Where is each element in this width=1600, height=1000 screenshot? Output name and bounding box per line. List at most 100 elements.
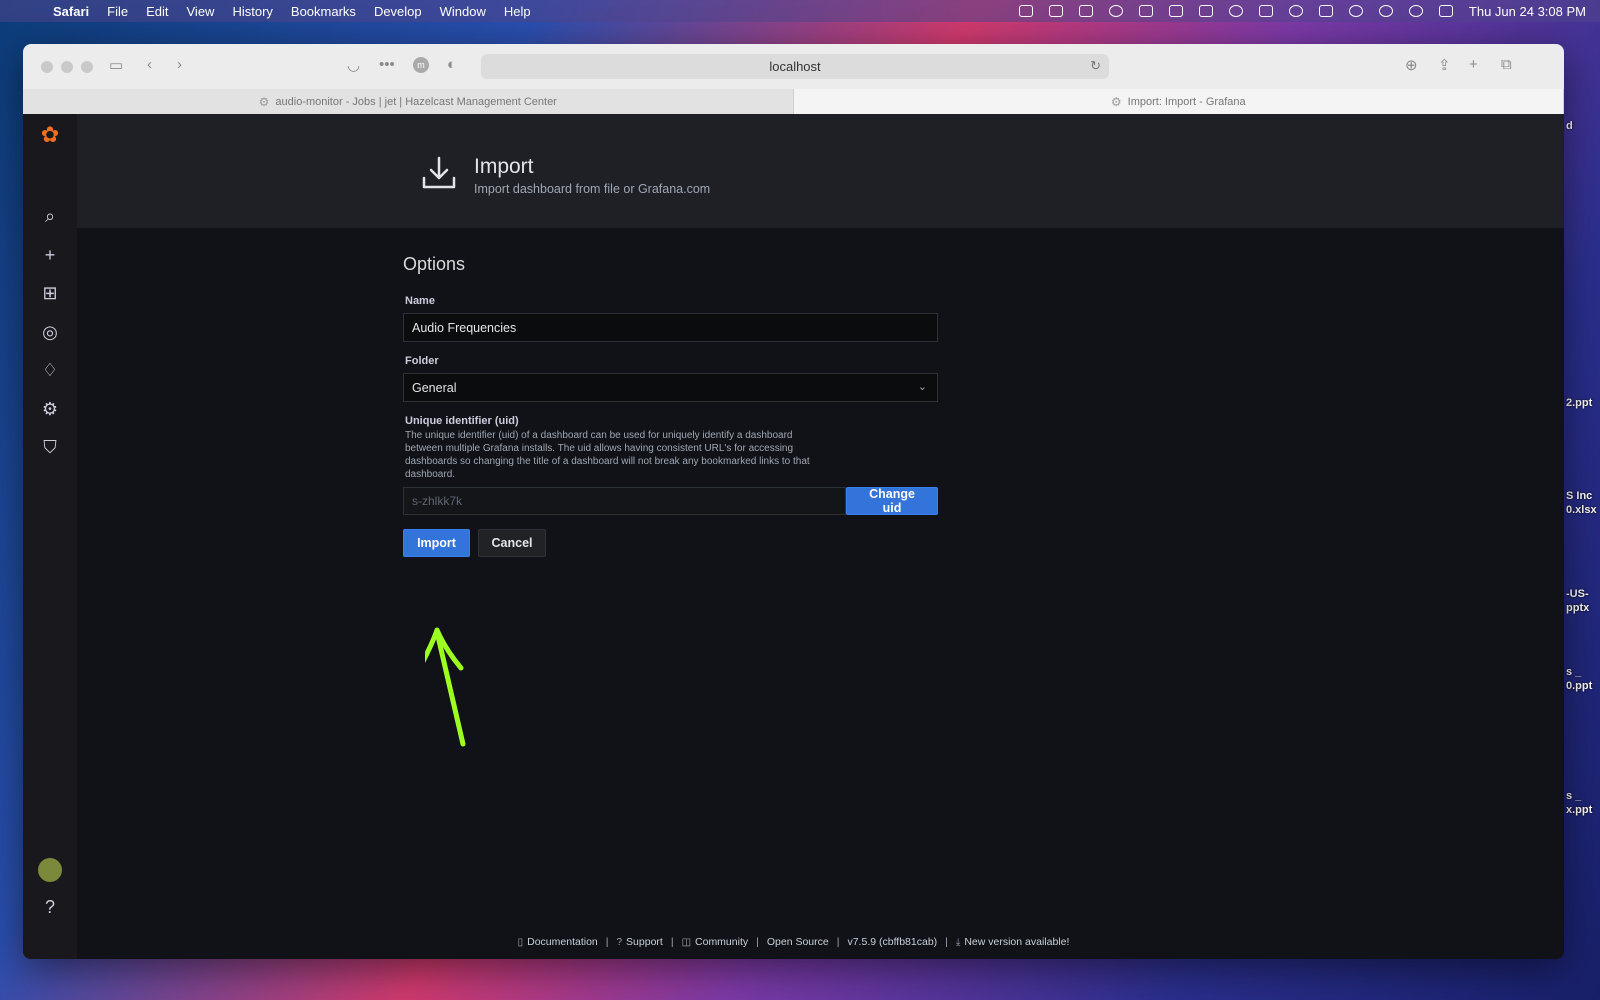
- configuration-gear-icon[interactable]: ⚙: [37, 396, 63, 422]
- privacy-shield-icon[interactable]: ◐: [447, 56, 456, 73]
- name-input-value: Audio Frequencies: [412, 320, 517, 335]
- grafana-logo-icon[interactable]: ✿: [37, 122, 63, 148]
- tab-label: Import: Import - Grafana: [1127, 95, 1246, 108]
- footer-documentation-label: Documentation: [527, 936, 598, 948]
- name-input[interactable]: Audio Frequencies: [403, 313, 938, 342]
- reload-icon[interactable]: ↻: [1090, 58, 1101, 74]
- tab-overview-icon[interactable]: ⧉: [1501, 56, 1512, 73]
- downloads-icon[interactable]: ⊕: [1405, 56, 1418, 74]
- help-icon[interactable]: ?: [37, 894, 63, 920]
- forward-icon[interactable]: ›: [177, 56, 182, 73]
- tab-hazelcast[interactable]: ⚙ audio-monitor - Jobs | jet | Hazelcast…: [23, 89, 794, 114]
- desktop-file-label: S Inc: [1566, 490, 1593, 502]
- menu-bookmarks[interactable]: Bookmarks: [282, 4, 365, 19]
- desktop-file-label: pptx: [1566, 602, 1590, 614]
- battery-icon[interactable]: [1318, 5, 1333, 17]
- footer-separator: |: [670, 936, 674, 948]
- footer-support-label: Support: [626, 936, 663, 948]
- desktop-file-label: 2.ppt: [1566, 397, 1593, 409]
- uid-input[interactable]: s-zhlkk7k: [403, 487, 846, 515]
- extension-m-icon[interactable]: m: [413, 57, 429, 73]
- desktop-file-label: s _: [1566, 790, 1582, 802]
- question-circle-icon: ?: [616, 936, 623, 948]
- layout-icon[interactable]: [1258, 5, 1273, 17]
- pocket-icon[interactable]: ◡: [347, 56, 360, 74]
- search-icon[interactable]: ⌕: [37, 203, 63, 229]
- alerting-bell-icon[interactable]: ♢: [37, 357, 63, 383]
- control-center-icon[interactable]: [1438, 5, 1453, 17]
- footer-documentation-link[interactable]: ▯ Documentation: [518, 936, 598, 948]
- footer-separator: |: [605, 936, 609, 948]
- address-bar[interactable]: localhost ↻: [481, 54, 1109, 79]
- cancel-button[interactable]: Cancel: [478, 529, 546, 557]
- name-label: Name: [405, 295, 435, 307]
- menu-view[interactable]: View: [178, 4, 224, 19]
- tab-bar: ⚙ audio-monitor - Jobs | jet | Hazelcast…: [23, 89, 1564, 114]
- share-icon[interactable]: ⇪: [1438, 56, 1451, 74]
- footer-separator: |: [945, 936, 948, 948]
- page-header: Import Import dashboard from file or Gra…: [77, 114, 1564, 228]
- folder-select[interactable]: General ⌄: [403, 373, 938, 402]
- link-icon[interactable]: [1348, 5, 1363, 17]
- download-import-icon: [422, 156, 456, 189]
- sidebar-toggle-icon[interactable]: ▭: [109, 56, 123, 74]
- spotlight-search-icon[interactable]: [1408, 5, 1423, 17]
- bi-icon[interactable]: [1168, 5, 1183, 17]
- footer-new-version-link[interactable]: ⤓ New version available!: [956, 936, 1069, 948]
- comments-icon: ◫: [681, 936, 692, 948]
- menu-history[interactable]: History: [223, 4, 281, 19]
- annotation-arrow-icon: [425, 627, 466, 747]
- grafana-app: ✿ ⌕ + ⊞ ◎ ♢ ⚙ ⛉ ? Import Import dashboar…: [23, 114, 1564, 959]
- document-icon: ▯: [517, 936, 524, 948]
- create-plus-icon[interactable]: +: [37, 242, 63, 268]
- browser-toolbar: ▭ ‹ › ◡ ••• m ◐ localhost ↻ ⊕ ⇪ + ⧉: [23, 44, 1564, 89]
- menu-develop[interactable]: Develop: [365, 4, 431, 19]
- extensions-icon[interactable]: •••: [379, 56, 395, 73]
- server-admin-shield-icon[interactable]: ⛉: [37, 434, 63, 460]
- avatar[interactable]: [38, 858, 62, 882]
- footer-separator: |: [756, 936, 759, 948]
- more-icon[interactable]: [1078, 5, 1093, 17]
- address-text: localhost: [769, 59, 821, 74]
- cloud-icon[interactable]: [1228, 5, 1243, 17]
- shield-status-icon[interactable]: [1138, 5, 1153, 17]
- import-button[interactable]: Import: [403, 529, 470, 557]
- menu-window[interactable]: Window: [431, 4, 495, 19]
- status-item-icon[interactable]: [1018, 5, 1033, 17]
- footer-version-label: v7.5.9 (cbffb81cab): [847, 936, 938, 948]
- gear-icon: ⚙: [258, 94, 270, 109]
- docker-icon[interactable]: [1048, 5, 1063, 17]
- zoom-window-icon[interactable]: [81, 60, 93, 73]
- explore-compass-icon[interactable]: ◎: [37, 319, 63, 345]
- user-icon[interactable]: [1378, 5, 1393, 17]
- checkmark-icon[interactable]: [1198, 5, 1213, 17]
- pause-icon[interactable]: [1108, 5, 1123, 17]
- new-tab-icon[interactable]: +: [1469, 56, 1478, 73]
- footer-open-source-link[interactable]: Open Source: [767, 936, 829, 948]
- menu-app-name[interactable]: Safari: [44, 4, 98, 19]
- back-icon[interactable]: ‹: [147, 56, 152, 73]
- uid-label: Unique identifier (uid): [405, 415, 519, 427]
- footer-community-link[interactable]: ◫ Community: [682, 936, 749, 948]
- footer-new-version-label: New version available!: [964, 936, 1070, 948]
- safari-window: ▭ ‹ › ◡ ••• m ◐ localhost ↻ ⊕ ⇪ + ⧉ ⚙ au…: [23, 44, 1564, 959]
- menu-edit[interactable]: Edit: [137, 4, 177, 19]
- dashboards-grid-icon[interactable]: ⊞: [37, 280, 63, 306]
- minimize-window-icon[interactable]: [61, 60, 73, 73]
- desktop-file-label: d: [1566, 120, 1573, 132]
- menu-file[interactable]: File: [98, 4, 137, 19]
- import-options-form: Options Name Audio Frequencies Folder Ge…: [403, 254, 943, 557]
- vpn-icon[interactable]: [1288, 5, 1303, 17]
- status-menu-area: Thu Jun 24 3:08 PM: [1011, 4, 1600, 19]
- footer-community-label: Community: [695, 936, 749, 948]
- tab-label: audio-monitor - Jobs | jet | Hazelcast M…: [275, 95, 557, 108]
- menu-clock[interactable]: Thu Jun 24 3:08 PM: [1469, 4, 1586, 19]
- footer-support-link[interactable]: ? Support: [616, 936, 662, 948]
- tab-grafana-import[interactable]: ⚙ Import: Import - Grafana: [793, 89, 1564, 114]
- close-window-icon[interactable]: [41, 60, 53, 73]
- footer-separator: |: [836, 936, 840, 948]
- sidebar: ✿ ⌕ + ⊞ ◎ ♢ ⚙ ⛉ ?: [23, 114, 77, 959]
- download-icon: ⤓: [955, 936, 961, 948]
- menu-help[interactable]: Help: [495, 4, 540, 19]
- change-uid-button[interactable]: Change uid: [846, 487, 938, 515]
